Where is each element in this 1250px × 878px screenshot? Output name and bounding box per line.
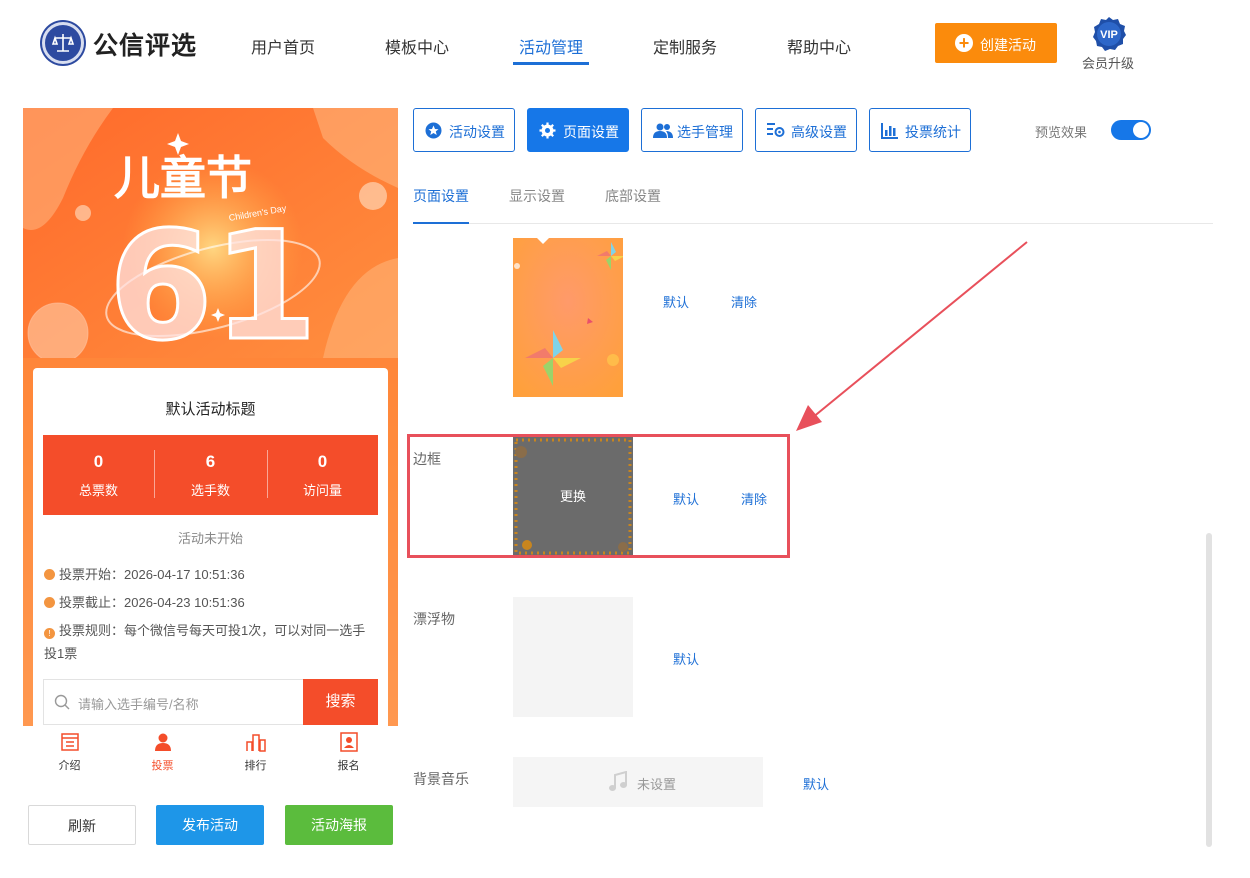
- brand-name[interactable]: 公信评选: [93, 26, 197, 62]
- vote-start-row: 投票开始：2026-04-17 10:51:36: [44, 563, 245, 586]
- tab-label: 页面设置: [563, 124, 619, 140]
- contestant-search-input[interactable]: 请输入选手编号/名称: [43, 679, 303, 725]
- stat-total-votes: 0 总票数: [43, 435, 154, 515]
- tab-vote-statistics[interactable]: 投票统计: [869, 108, 971, 152]
- activity-poster-button[interactable]: 活动海报: [285, 805, 393, 845]
- member-upgrade-link[interactable]: 会员升级: [1082, 53, 1134, 72]
- music-selector[interactable]: 未设置: [513, 757, 763, 807]
- tab-label: 投票: [151, 760, 174, 772]
- vote-rule-row: ! 投票规则：每个微信号每天可投1次，可以对同一选手投1票: [44, 619, 374, 665]
- refresh-button[interactable]: 刷新: [28, 805, 136, 845]
- clock-icon: [44, 597, 55, 608]
- tab-advanced-settings[interactable]: 高级设置: [755, 108, 857, 152]
- users-icon: [653, 123, 673, 138]
- music-default-link[interactable]: 默认: [803, 774, 829, 793]
- subtab-display-settings[interactable]: 显示设置: [509, 186, 565, 206]
- mobile-tab-bar: 介绍 投票 排行 报名: [23, 726, 398, 776]
- tab-activity-settings[interactable]: 活动设置: [413, 108, 515, 152]
- publish-activity-button[interactable]: 发布活动: [156, 805, 264, 845]
- vote-rule-text: 投票规则：每个微信号每天可投1次，可以对同一选手投1票: [44, 623, 366, 661]
- vote-end-row: 投票截止：2026-04-23 10:51:36: [44, 591, 245, 614]
- tab-label: 投票统计: [905, 124, 961, 140]
- music-status: 未设置: [637, 777, 677, 792]
- tab-label: 高级设置: [791, 124, 847, 140]
- stat-value: 6: [205, 452, 216, 471]
- floating-default-link[interactable]: 默认: [673, 649, 699, 668]
- floating-thumbnail[interactable]: [513, 597, 633, 717]
- tab-ranking[interactable]: 排行: [209, 726, 302, 776]
- bar-chart-icon: [881, 123, 898, 139]
- create-activity-label: 创建活动: [980, 37, 1036, 53]
- scales-icon: [51, 34, 75, 52]
- mobile-preview: 儿童节 Children's Day 61 默认活动标题 0 总票数 6 选手数…: [23, 108, 398, 726]
- tab-contestant-management[interactable]: 选手管理: [641, 108, 743, 152]
- banner-number: 61: [109, 200, 318, 358]
- logo-icon[interactable]: [42, 22, 84, 64]
- tab-label: 活动设置: [449, 124, 505, 140]
- tab-intro[interactable]: 介绍: [23, 726, 116, 776]
- tab-page-settings[interactable]: 页面设置: [527, 108, 629, 152]
- background-default-link[interactable]: 默认: [663, 292, 689, 311]
- search-placeholder: 请输入选手编号/名称: [78, 697, 199, 712]
- stat-label: 选手数: [190, 483, 230, 498]
- tab-vote[interactable]: 投票: [116, 726, 209, 776]
- nav-custom-service[interactable]: 定制服务: [653, 34, 717, 58]
- star-icon: [425, 122, 442, 139]
- music-note-icon: [609, 771, 627, 791]
- background-clear-link[interactable]: 清除: [731, 292, 757, 311]
- tab-label: 排行: [244, 760, 267, 772]
- vote-start-text: 投票开始：2026-04-17 10:51:36: [59, 567, 245, 582]
- search-icon: [54, 694, 70, 710]
- user-icon: [155, 733, 171, 751]
- clock-icon: [44, 569, 55, 580]
- document-icon: [61, 733, 79, 751]
- vip-text: VIP: [1100, 29, 1118, 41]
- settings-list-icon: [767, 123, 785, 137]
- subtab-active-indicator: [413, 222, 469, 224]
- info-icon: !: [44, 628, 55, 639]
- plus-icon: +: [955, 34, 973, 52]
- nav-template-center[interactable]: 模板中心: [385, 34, 449, 58]
- subtab-footer-settings[interactable]: 底部设置: [605, 186, 661, 206]
- create-activity-button[interactable]: + 创建活动: [935, 23, 1057, 63]
- ranking-icon: [246, 734, 266, 752]
- stat-label: 总票数: [78, 483, 118, 498]
- stat-contestants: 6 选手数: [155, 435, 266, 515]
- activity-info-card: 默认活动标题 0 总票数 6 选手数 0 访问量 活动未开始 投票开始：2026…: [33, 368, 388, 726]
- scrollbar[interactable]: [1206, 533, 1212, 847]
- stats-panel: 0 总票数 6 选手数 0 访问量: [43, 435, 378, 515]
- subtab-divider: [413, 223, 1213, 224]
- nav-active-indicator: [513, 62, 589, 65]
- gear-icon: [539, 122, 556, 139]
- floating-label: 漂浮物: [413, 611, 455, 627]
- vote-end-text: 投票截止：2026-04-23 10:51:36: [59, 595, 245, 610]
- background-thumbnail[interactable]: [513, 238, 623, 397]
- tab-label: 选手管理: [677, 124, 733, 140]
- stat-value: 0: [317, 452, 328, 471]
- top-header: 公信评选 用户首页 模板中心 活动管理 定制服务 帮助中心 + 创建活动 VIP…: [0, 0, 1250, 90]
- nav-help-center[interactable]: 帮助中心: [787, 34, 851, 58]
- preview-effect-label: 预览效果: [1035, 125, 1088, 140]
- nav-activity-management[interactable]: 活动管理: [519, 34, 583, 58]
- nav-user-home[interactable]: 用户首页: [251, 34, 315, 58]
- tab-label: 报名: [337, 760, 360, 772]
- stat-value: 0: [93, 452, 104, 471]
- highlight-box: [407, 434, 790, 558]
- activity-status: 活动未开始: [177, 531, 243, 546]
- banner-title: 儿童节: [114, 151, 252, 205]
- banner-image: 儿童节 Children's Day 61: [23, 108, 398, 358]
- signup-icon: [340, 732, 358, 752]
- tab-label: 介绍: [58, 760, 81, 772]
- tab-signup[interactable]: 报名: [302, 726, 395, 776]
- subtab-page-settings[interactable]: 页面设置: [413, 186, 469, 206]
- search-button[interactable]: 搜索: [303, 679, 378, 725]
- activity-title: 默认活动标题: [165, 401, 256, 418]
- preview-effect-toggle[interactable]: [1111, 120, 1151, 140]
- music-label: 背景音乐: [413, 771, 469, 787]
- stat-visits: 0 访问量: [267, 435, 378, 515]
- stat-label: 访问量: [302, 483, 342, 498]
- vip-badge-icon[interactable]: VIP: [1091, 16, 1127, 52]
